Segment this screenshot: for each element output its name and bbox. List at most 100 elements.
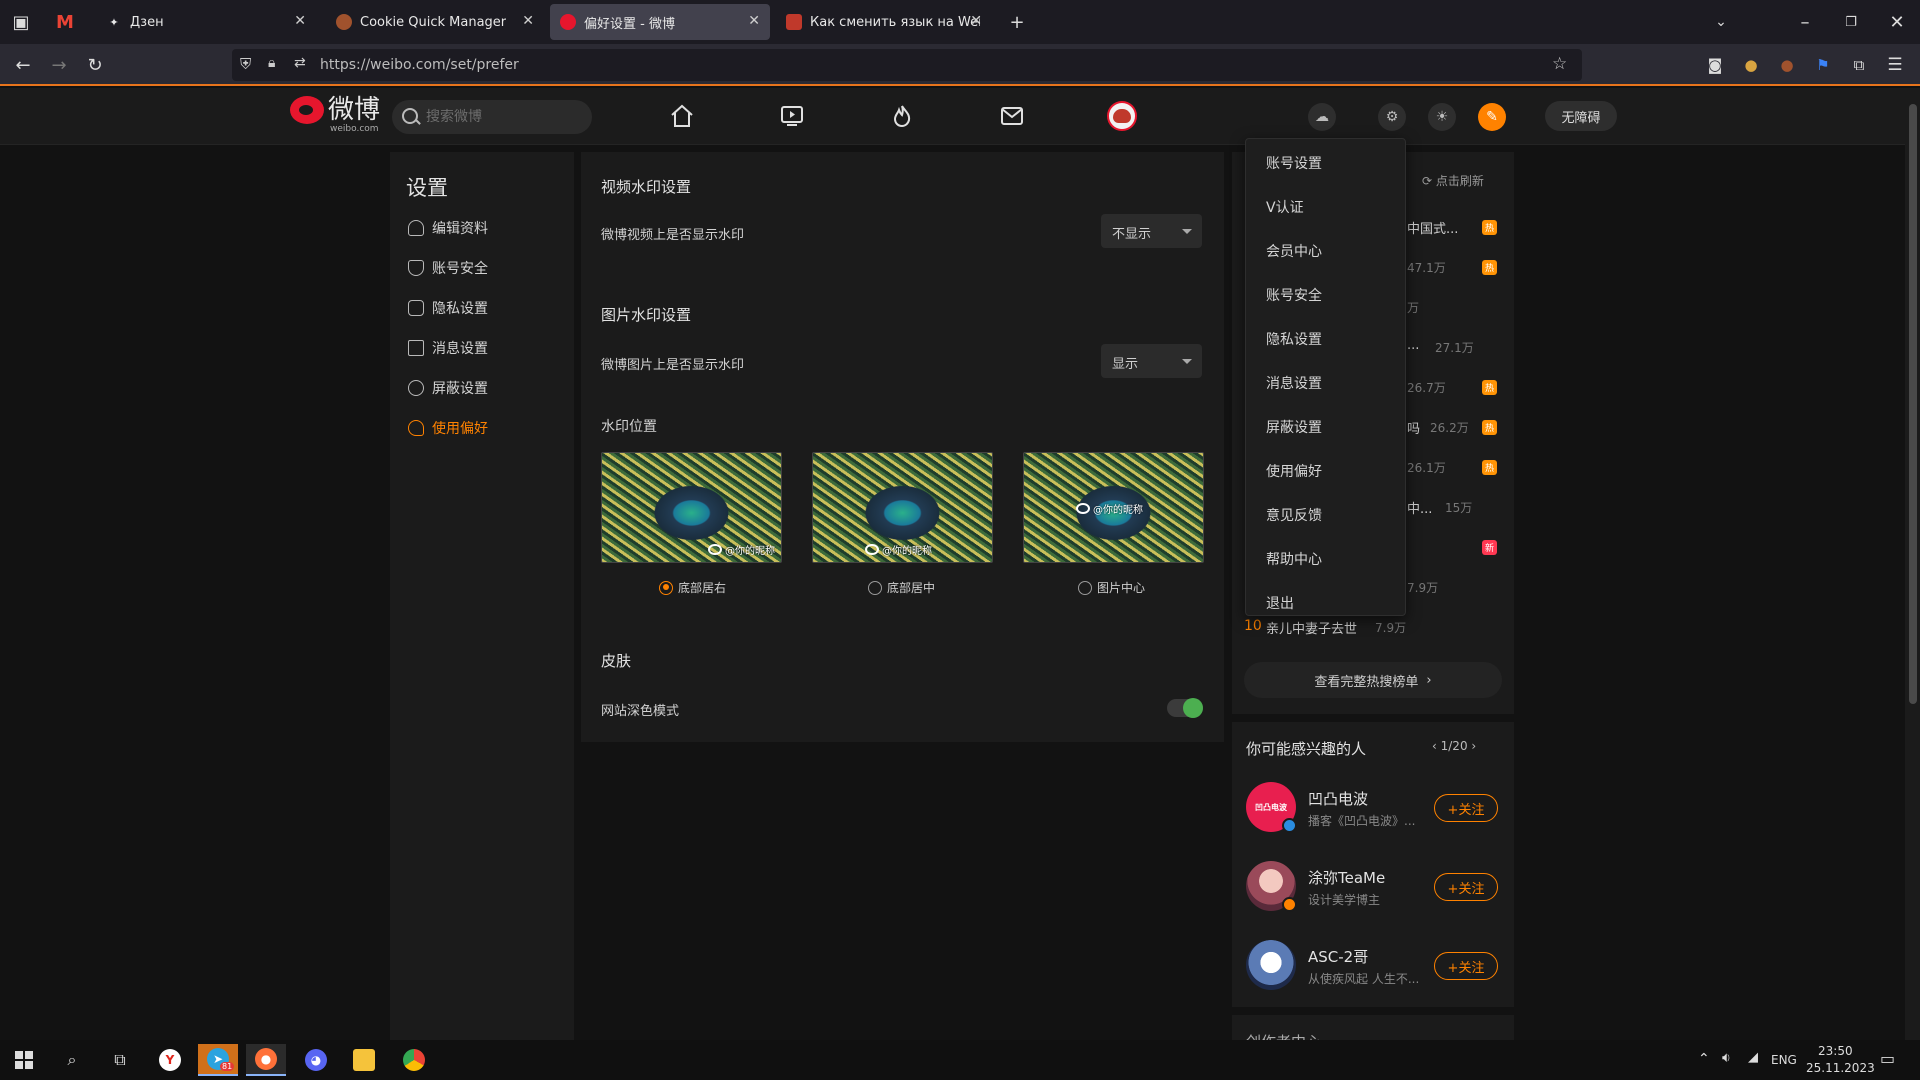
chevron-down-icon[interactable]: ⌄ <box>1708 9 1734 35</box>
hot-item-text[interactable]: 吗 <box>1407 418 1420 437</box>
user-name[interactable]: 涂弥TeaMe <box>1308 867 1385 888</box>
hot-nav-icon[interactable] <box>882 98 922 134</box>
menu-item-preferences[interactable]: 使用偏好 <box>1266 461 1322 481</box>
forward-icon[interactable]: → <box>46 52 72 78</box>
back-icon[interactable]: ← <box>10 52 36 78</box>
video-watermark-select[interactable]: 不显示 <box>1101 214 1202 248</box>
url-bar[interactable]: ⛨ 🔒︎ ⇄ https://weibo.com/set/prefer ☆ <box>232 49 1582 81</box>
sidebar-item-edit-profile[interactable]: 编辑资料 <box>408 216 488 240</box>
close-icon[interactable]: ✕ <box>294 13 306 29</box>
avatar[interactable] <box>1246 940 1296 990</box>
hot-item-text[interactable]: 中国式... <box>1407 218 1458 237</box>
home-nav-icon[interactable] <box>662 98 702 134</box>
watermark-preview-bottom-center[interactable]: @你的昵称 <box>812 452 993 563</box>
radio-button[interactable] <box>868 580 882 595</box>
firefox-icon[interactable]: ● <box>246 1044 286 1076</box>
cookie-manager-extension-icon[interactable]: ● <box>1774 52 1800 78</box>
user-name[interactable]: 凹凸电波 <box>1308 788 1368 809</box>
sidebar-item-block[interactable]: 屏蔽设置 <box>408 376 488 400</box>
menu-item-help[interactable]: 帮助中心 <box>1266 549 1322 569</box>
extensions-icon[interactable]: ⧉ <box>1846 52 1872 78</box>
page-scrollbar[interactable] <box>1905 88 1920 1040</box>
weibo-logo[interactable]: 微博 weibo.com <box>290 96 380 134</box>
bookmark-star-icon[interactable]: ☆ <box>1552 54 1567 74</box>
cloud-icon[interactable]: ☁ <box>1308 103 1336 131</box>
clock-time[interactable]: 23:50 <box>1818 1044 1853 1058</box>
translate-extension-icon[interactable]: ⚑ <box>1810 52 1836 78</box>
gmail-pinned-tab[interactable]: M <box>52 9 78 35</box>
chevron-right-icon[interactable]: › <box>1471 739 1476 753</box>
radio-center[interactable]: 图片中心 <box>1078 579 1145 596</box>
sidebar-item-account-security[interactable]: 账号安全 <box>408 256 488 280</box>
user-name[interactable]: ASC-2哥 <box>1308 946 1368 967</box>
search-icon[interactable]: ⌕ <box>52 1044 92 1076</box>
notifications-icon[interactable]: ▭ <box>1880 1049 1895 1068</box>
sidebar-item-privacy[interactable]: 隐私设置 <box>408 296 488 320</box>
sidebar-item-messages[interactable]: 消息设置 <box>408 336 488 360</box>
video-nav-icon[interactable] <box>772 98 812 134</box>
network-icon[interactable]: ◢ <box>1748 1050 1758 1065</box>
new-tab-button[interactable]: + <box>1004 9 1030 35</box>
watermark-preview-bottom-right[interactable]: @你的昵称 <box>601 452 782 563</box>
close-icon[interactable]: ✕ <box>522 13 534 29</box>
cookie-extension-icon[interactable]: ● <box>1738 52 1764 78</box>
chevron-left-icon[interactable]: ‹ <box>1432 739 1441 753</box>
compose-icon[interactable]: ✎ <box>1478 103 1506 131</box>
radio-bottom-right[interactable]: 底部居右 <box>659 579 726 596</box>
gear-icon[interactable]: ⚙ <box>1378 103 1406 131</box>
tab-weibo-prefer[interactable]: 偏好设置 - 微博 ✕ <box>550 4 770 40</box>
menu-icon[interactable]: ☰ <box>1882 52 1908 78</box>
permissions-icon[interactable]: ⇄ <box>294 55 306 71</box>
menu-item-messages[interactable]: 消息设置 <box>1266 373 1322 393</box>
refresh-link[interactable]: ⟳ 点击刷新 <box>1422 172 1484 189</box>
tray-chevron-up-icon[interactable]: ⌃ <box>1698 1051 1710 1067</box>
follow-button[interactable]: +关注 <box>1434 873 1498 901</box>
windows-start-icon[interactable] <box>4 1044 44 1076</box>
tab-cookie-manager[interactable]: Cookie Quick Manager ✕ <box>326 4 544 40</box>
discord-icon[interactable]: ◕ <box>296 1044 336 1076</box>
follow-button[interactable]: +关注 <box>1434 794 1498 822</box>
volume-icon[interactable]: 🔉︎ <box>1722 1050 1731 1066</box>
dark-mode-toggle[interactable] <box>1167 698 1203 718</box>
image-watermark-select[interactable]: 显示 <box>1101 344 1202 378</box>
hot-item-text[interactable]: 中... <box>1407 498 1432 517</box>
lock-icon[interactable]: 🔒︎ <box>268 55 275 71</box>
language-indicator[interactable]: ENG <box>1771 1053 1797 1067</box>
hot-item-text[interactable]: 亲儿中妻子去世 <box>1266 618 1357 637</box>
menu-item-feedback[interactable]: 意见反馈 <box>1266 505 1322 525</box>
message-nav-icon[interactable] <box>992 98 1032 134</box>
menu-item-privacy[interactable]: 隐私设置 <box>1266 329 1322 349</box>
radio-bottom-center[interactable]: 底部居中 <box>868 579 935 596</box>
search-box[interactable] <box>392 100 592 134</box>
tab-zen[interactable]: ✦ Дзен ✕ <box>96 4 316 40</box>
minimize-button[interactable]: – <box>1792 9 1818 35</box>
theme-sun-icon[interactable]: ☀ <box>1428 103 1456 131</box>
close-window-button[interactable]: ✕ <box>1884 9 1910 35</box>
sidebar-item-preferences[interactable]: 使用偏好 <box>408 416 488 440</box>
menu-item-membership[interactable]: 会员中心 <box>1266 241 1322 261</box>
close-icon[interactable]: ✕ <box>970 13 982 29</box>
hot-item-text[interactable]: ... <box>1407 338 1419 353</box>
menu-item-verification[interactable]: V认证 <box>1266 197 1304 217</box>
clock-date[interactable]: 25.11.2023 <box>1806 1061 1875 1075</box>
yandex-browser-icon[interactable]: Y <box>150 1044 190 1076</box>
tab-list-icon[interactable]: ▣ <box>8 9 34 35</box>
reload-icon[interactable]: ↻ <box>82 52 108 78</box>
radio-button[interactable] <box>1078 580 1092 595</box>
task-view-icon[interactable]: ⧉ <box>100 1044 140 1076</box>
follow-button[interactable]: +关注 <box>1434 952 1498 980</box>
profile-nav-avatar[interactable] <box>1102 98 1142 134</box>
accessibility-button[interactable]: 无障碍 <box>1545 101 1617 131</box>
url-text[interactable]: https://weibo.com/set/prefer <box>320 57 519 73</box>
chrome-icon[interactable] <box>394 1044 434 1076</box>
search-input[interactable] <box>426 107 576 127</box>
tab-weibo-article[interactable]: Как сменить язык на Weibo - I ✕ <box>776 4 992 40</box>
restore-button[interactable]: ❐ <box>1838 9 1864 35</box>
menu-item-account-security[interactable]: 账号安全 <box>1266 285 1322 305</box>
scrollbar-thumb[interactable] <box>1909 104 1917 704</box>
file-explorer-icon[interactable] <box>344 1044 384 1076</box>
menu-item-block[interactable]: 屏蔽设置 <box>1266 417 1322 437</box>
full-hot-list-button[interactable]: 查看完整热搜榜单 › <box>1244 662 1502 698</box>
telegram-icon[interactable]: ➤ 81 <box>198 1044 238 1076</box>
radio-button[interactable] <box>659 580 673 595</box>
